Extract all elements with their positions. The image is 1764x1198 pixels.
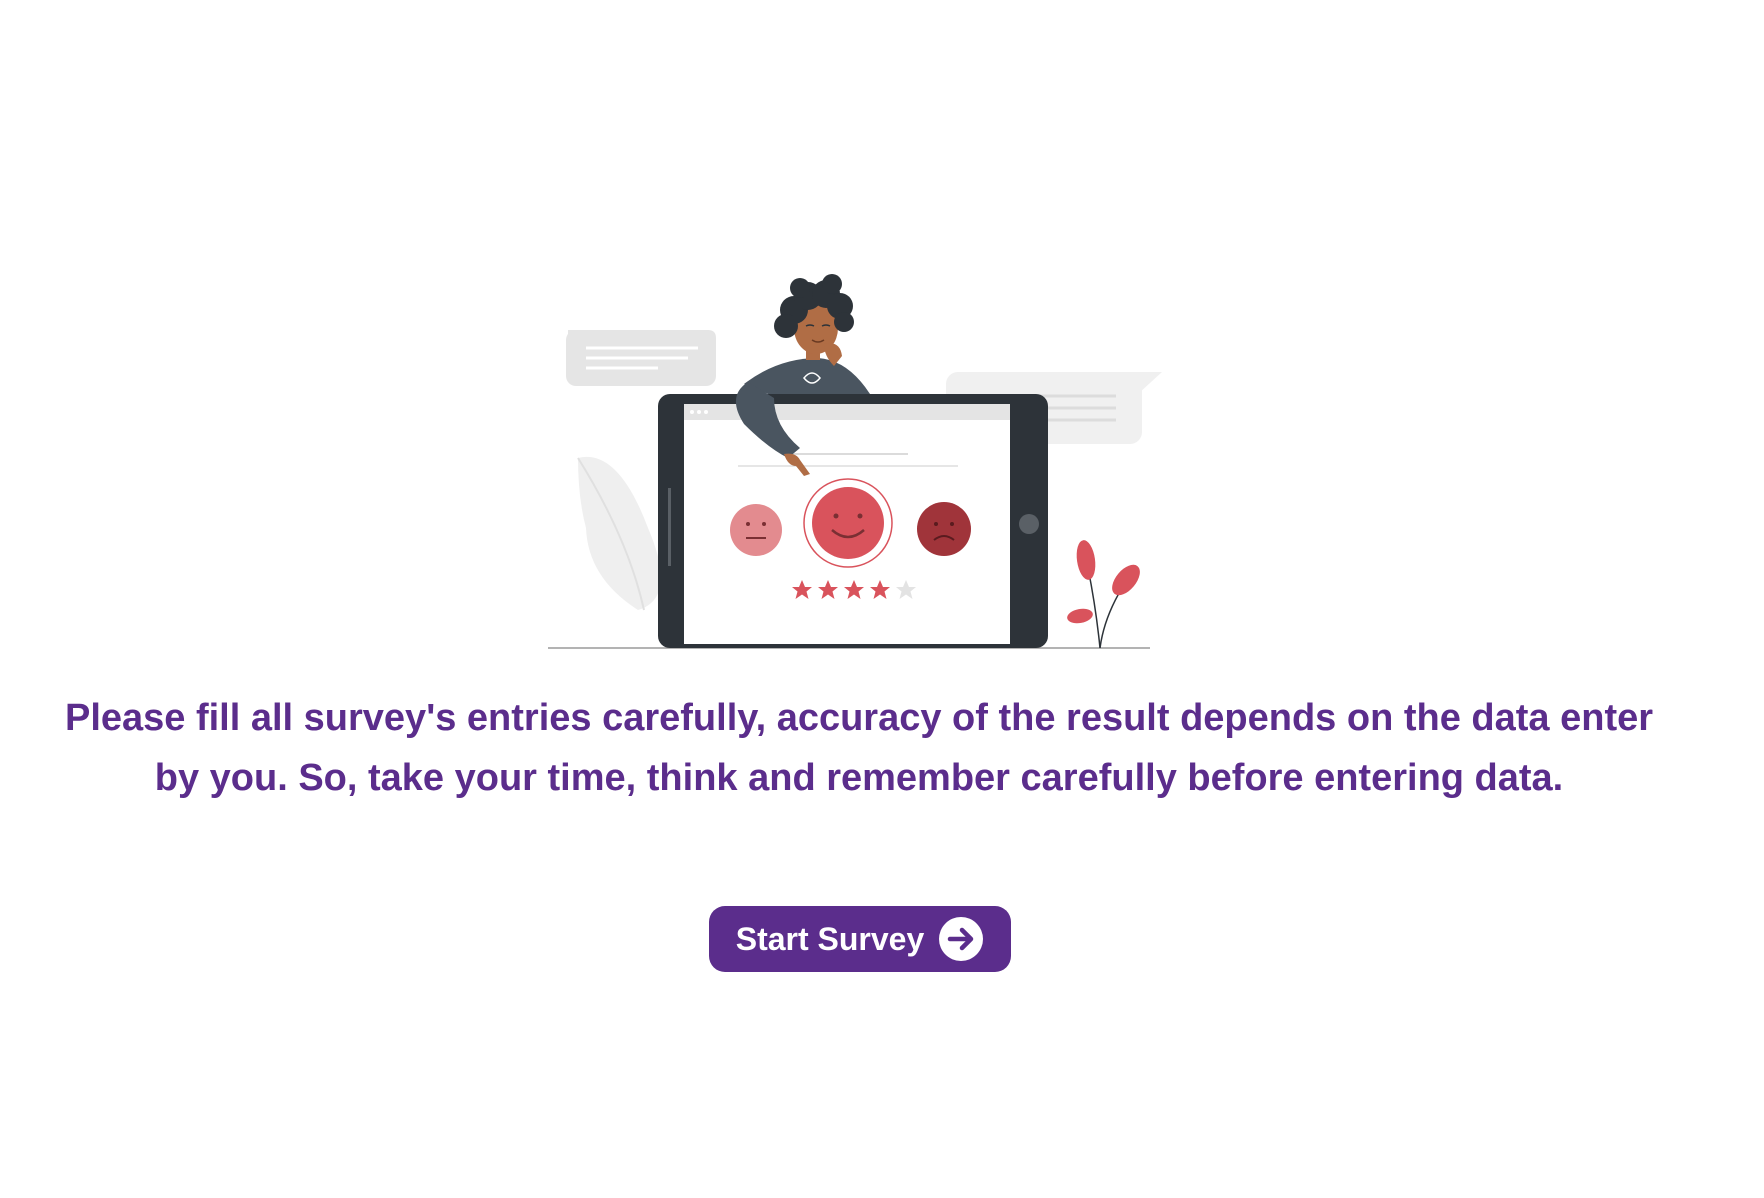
survey-illustration	[548, 248, 1168, 658]
start-survey-button[interactable]: Start Survey	[709, 906, 1011, 972]
neutral-face-icon	[730, 504, 782, 556]
sad-face-icon	[917, 502, 971, 556]
arrow-right-circle-icon	[939, 917, 984, 961]
background-leaf	[577, 456, 661, 611]
survey-intro-page: Please fill all survey's entries careful…	[0, 0, 1764, 1198]
survey-illustration-svg	[548, 274, 1162, 649]
plant-decoration	[1067, 540, 1140, 649]
start-survey-label: Start Survey	[735, 920, 925, 957]
survey-instructions-text: Please fill all survey's entries careful…	[64, 697, 1654, 799]
happy-face-icon	[803, 478, 893, 568]
speech-bubble-left	[550, 330, 716, 386]
